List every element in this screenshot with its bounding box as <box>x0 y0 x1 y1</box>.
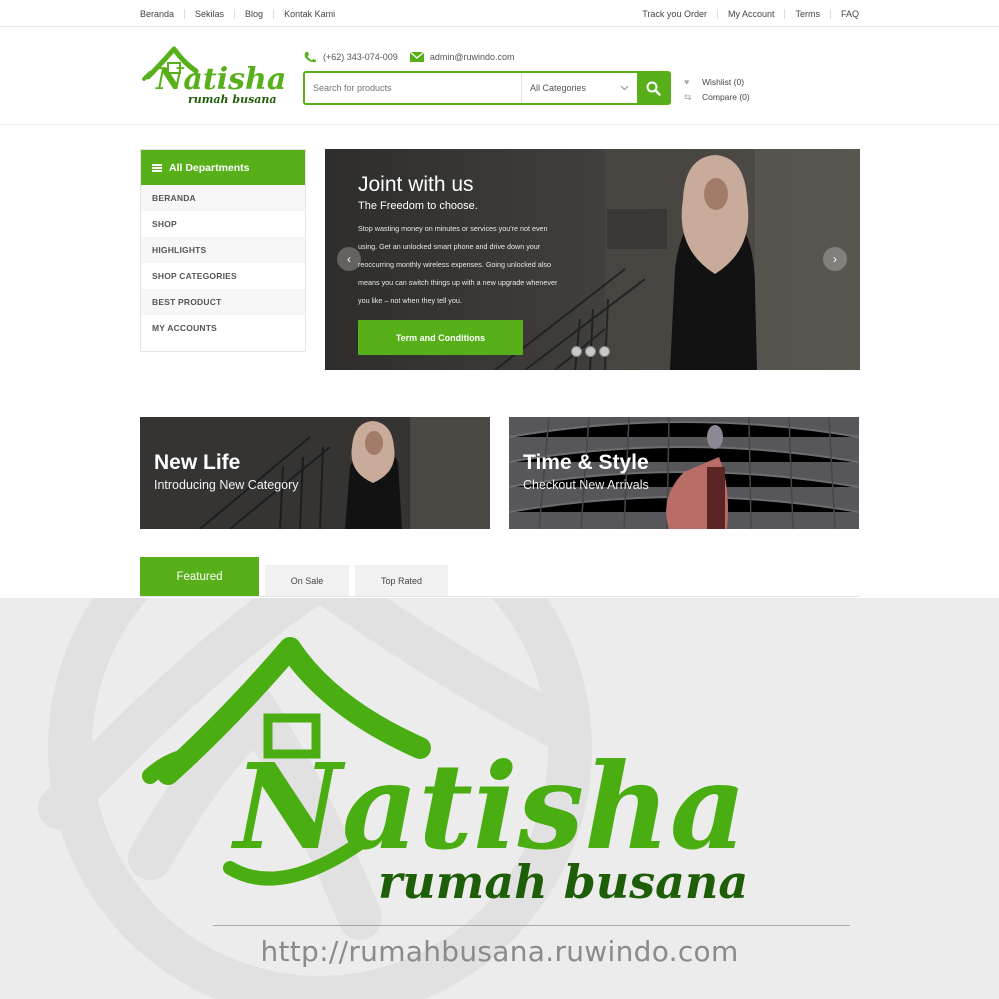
chevron-down-icon <box>620 85 629 91</box>
search-icon <box>646 81 661 96</box>
site-logo[interactable]: Natisha rumah busana <box>140 43 290 107</box>
top-link-track-order[interactable]: Track you Order <box>642 9 717 19</box>
brand-url[interactable]: http://rumahbusana.ruwindo.com <box>0 935 999 968</box>
menu-icon <box>152 163 162 172</box>
slider-next-arrow[interactable]: › <box>823 247 847 271</box>
search-bar: All Categories <box>303 71 671 105</box>
top-left-links: Beranda Sekilas Blog Kontak Kami <box>140 0 345 27</box>
wishlist-label: Wishlist (0) <box>702 77 745 87</box>
slider-dot[interactable] <box>585 346 596 357</box>
sidebar-item-beranda[interactable]: BERANDA <box>141 185 305 211</box>
sidebar-item-highlights[interactable]: HIGHLIGHTS <box>141 237 305 263</box>
top-right-links: Track you Order My Account Terms FAQ <box>642 0 859 27</box>
logo-subtext: rumah busana <box>188 93 277 106</box>
top-link-blog[interactable]: Blog <box>234 8 273 19</box>
heart-icon: ♥ <box>684 77 690 87</box>
hero-body-line: Stop wasting money on minutes or service… <box>358 224 548 233</box>
mail-icon <box>409 51 424 62</box>
email-address: admin@ruwindo.com <box>429 52 515 62</box>
slider-dots <box>571 346 613 357</box>
wishlist-compare: ♥ Wishlist (0) ⇆ Compare (0) <box>684 75 750 105</box>
compare-label: Compare (0) <box>702 92 750 102</box>
wishlist-link[interactable]: ♥ Wishlist (0) <box>684 75 750 90</box>
sidebar-item-my-accounts[interactable]: MY ACCOUNTS <box>141 315 305 341</box>
departments-header[interactable]: All Departments <box>141 150 305 185</box>
banner-title: Time & Style <box>523 451 649 474</box>
hero-title: Joint with us <box>358 173 474 196</box>
tab-featured[interactable]: Featured <box>140 557 259 597</box>
slider-prev-arrow[interactable]: ‹ <box>337 247 361 271</box>
departments-list: BERANDA SHOP HIGHLIGHTS SHOP CATEGORIES … <box>141 185 305 341</box>
banner-subtitle: Introducing New Category <box>154 478 299 492</box>
departments-title: All Departments <box>169 161 250 174</box>
logo-name: Natisha <box>155 62 286 97</box>
tab-top-rated[interactable]: Top Rated <box>355 565 448 597</box>
compare-icon: ⇆ <box>684 92 692 102</box>
brand-divider <box>213 925 850 926</box>
slider-dot[interactable] <box>599 346 610 357</box>
top-link-sekilas[interactable]: Sekilas <box>184 8 234 19</box>
brand-panel: Natisha rumah busana http://rumahbusana.… <box>0 598 999 999</box>
top-link-beranda[interactable]: Beranda <box>140 9 184 19</box>
hero-subtitle: The Freedom to choose. <box>358 200 478 212</box>
hero-body-line: reoccurring monthly wireless expenses. G… <box>358 260 551 269</box>
hero-slider: Joint with us The Freedom to choose. Sto… <box>325 149 860 370</box>
top-link-kontak[interactable]: Kontak Kami <box>273 8 345 19</box>
hero-body: Stop wasting money on minutes or service… <box>358 220 598 310</box>
banner-title: New Life <box>154 451 241 474</box>
top-link-terms[interactable]: Terms <box>784 8 830 19</box>
banner-new-life[interactable]: New Life Introducing New Category <box>140 417 490 529</box>
phone-number: (+62) 343-074-009 <box>323 52 398 62</box>
departments-menu: All Departments BERANDA SHOP HIGHLIGHTS … <box>140 149 306 352</box>
banner-time-style[interactable]: Time & Style Checkout New Arrivals <box>509 417 859 529</box>
category-select[interactable]: All Categories <box>521 73 637 103</box>
search-input[interactable] <box>305 73 521 103</box>
category-select-value: All Categories <box>530 83 587 93</box>
contact-phone: (+62) 343-074-009 <box>303 51 398 63</box>
tab-on-sale[interactable]: On Sale <box>265 565 349 597</box>
sidebar-item-shop-categories[interactable]: SHOP CATEGORIES <box>141 263 305 289</box>
sidebar-item-best-product[interactable]: BEST PRODUCT <box>141 289 305 315</box>
hero-body-line: means you can switch things up with a ne… <box>358 278 558 287</box>
hero-body-line: using. Get an unlocked smart phone and d… <box>358 242 541 251</box>
search-button[interactable] <box>637 73 669 103</box>
banner-subtitle: Checkout New Arrivals <box>523 478 649 492</box>
contact-email: admin@ruwindo.com <box>409 51 515 63</box>
top-link-my-account[interactable]: My Account <box>716 8 785 19</box>
terms-button[interactable]: Term and Conditions <box>358 320 523 355</box>
compare-link[interactable]: ⇆ Compare (0) <box>684 90 750 105</box>
slider-dot[interactable] <box>571 346 582 357</box>
hero-body-line: you like – not when they tell you. <box>358 296 462 305</box>
top-link-faq[interactable]: FAQ <box>829 8 859 19</box>
top-bar: Beranda Sekilas Blog Kontak Kami Track y… <box>0 0 999 27</box>
sidebar-item-shop[interactable]: SHOP <box>141 211 305 237</box>
site-header: Natisha rumah busana (+62) 343-074-009 a… <box>0 27 999 125</box>
phone-icon <box>304 52 316 63</box>
brand-logo: Natisha rumah busana <box>142 637 748 909</box>
brand-tagline: rumah busana <box>378 855 748 909</box>
hero-text: Joint with us The Freedom to choose. Sto… <box>358 173 598 310</box>
product-tabs: Featured On Sale Top Rated <box>140 557 860 597</box>
tab-divider <box>140 596 860 597</box>
contact-info: (+62) 343-074-009 admin@ruwindo.com <box>303 51 526 63</box>
